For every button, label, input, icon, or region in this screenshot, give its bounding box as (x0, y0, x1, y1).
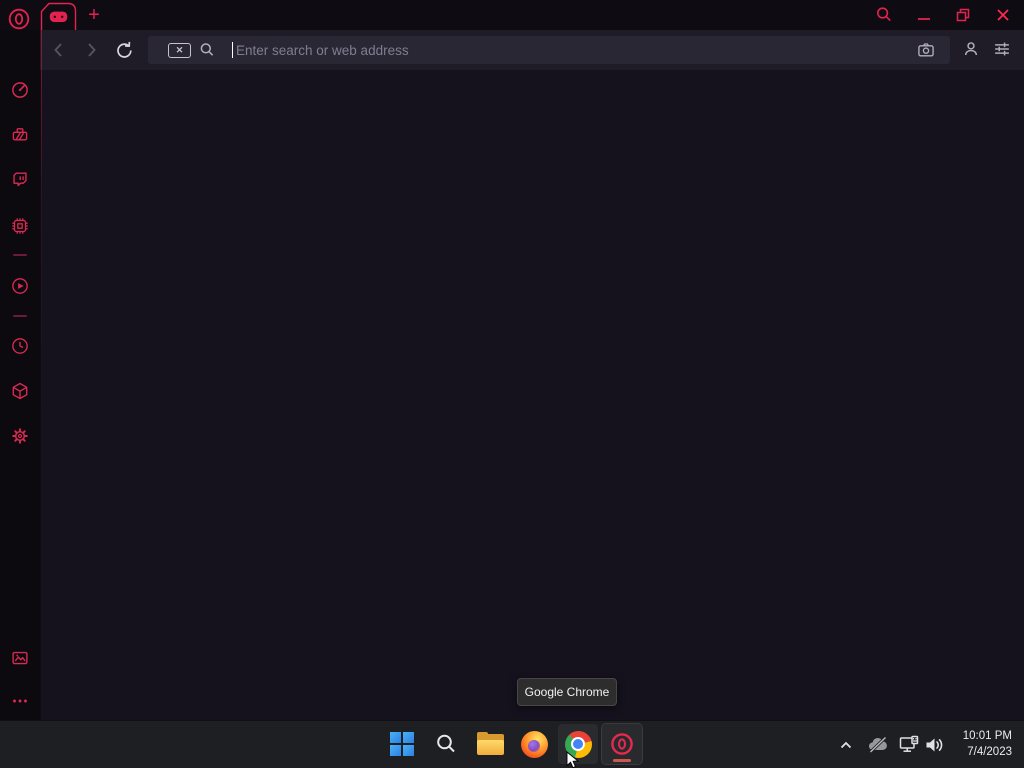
toolbar: ✕ (40, 30, 1024, 70)
address-input[interactable] (236, 36, 836, 64)
close-button[interactable] (988, 2, 1018, 28)
text-caret (232, 42, 233, 58)
opera-gx-logo (6, 6, 32, 32)
taskbar: 10:01 PM 7/4/2023 (0, 720, 1024, 768)
close-icon (995, 7, 1011, 23)
clock[interactable]: 10:01 PM 7/4/2023 (946, 728, 1012, 760)
titlebar-search-button[interactable] (869, 2, 899, 28)
maximize-button[interactable] (948, 2, 978, 28)
cpu-chip-icon (9, 215, 31, 237)
page-content (41, 70, 1024, 720)
tray-hidden-icons-button[interactable] (832, 725, 860, 765)
tab-neon-outline (40, 2, 640, 30)
dustpan-icon (9, 124, 31, 146)
profile-button[interactable] (960, 38, 982, 60)
person-icon (960, 38, 982, 60)
ellipsis-icon (9, 690, 31, 712)
image-icon (9, 647, 31, 669)
chrome-button[interactable] (558, 724, 598, 764)
easy-setup-button[interactable] (991, 38, 1013, 60)
ethernet-icon (897, 733, 921, 757)
tray-date: 7/4/2023 (967, 746, 1012, 758)
gear-icon (9, 425, 31, 447)
sidebar (0, 0, 40, 720)
gamepad-icon (49, 10, 68, 24)
clock-icon (9, 335, 31, 357)
network-tray-button[interactable] (895, 725, 923, 765)
folder-icon (476, 731, 504, 755)
running-indicator (613, 759, 631, 762)
tab-strip: + (0, 0, 1024, 30)
sidebar-item-settings[interactable] (7, 423, 33, 449)
reload-icon (113, 39, 136, 62)
opera-gx-button[interactable] (601, 723, 643, 765)
chevron-left-icon (48, 39, 70, 61)
search-icon (874, 5, 894, 25)
camera-icon (916, 40, 940, 60)
sliders-icon (991, 38, 1013, 60)
firefox-button[interactable] (514, 724, 554, 764)
sidebar-divider (13, 315, 27, 317)
firefox-icon (520, 730, 548, 758)
active-tab[interactable] (42, 4, 75, 29)
onedrive-tray-button[interactable] (864, 725, 892, 765)
taskbar-apps (382, 723, 643, 765)
sidebar-item-setup[interactable] (7, 688, 33, 714)
sidebar-item-gx-control[interactable] (7, 213, 33, 239)
sidebar-item-extensions[interactable] (7, 378, 33, 404)
sidebar-item-history[interactable] (7, 333, 33, 359)
neon-edge-line (41, 30, 42, 410)
minimize-button[interactable] (909, 2, 939, 28)
address-bar[interactable]: ✕ (148, 36, 950, 64)
search-icon (433, 731, 459, 757)
cloud-offline-icon (866, 733, 890, 757)
chevron-up-icon (837, 736, 855, 754)
start-button[interactable] (382, 724, 422, 764)
chevron-right-icon (80, 39, 102, 61)
reload-button[interactable] (113, 39, 135, 61)
speedometer-icon (9, 79, 31, 101)
minimize-icon (916, 6, 932, 24)
opera-gx-window: + ✕ Enter search or web address (0, 0, 1024, 720)
chrome-icon (564, 730, 592, 758)
play-circle-icon (9, 275, 31, 297)
new-tab-button[interactable]: + (83, 2, 105, 28)
file-explorer-button[interactable] (470, 724, 510, 764)
cube-icon (9, 380, 31, 402)
taskbar-tooltip: Google Chrome (517, 678, 617, 706)
back-button[interactable] (48, 39, 70, 61)
sidebar-item-gx-cleaner[interactable] (7, 122, 33, 148)
restore-icon (954, 6, 972, 24)
sidebar-item-speed-dial[interactable] (7, 77, 33, 103)
volume-tray-button[interactable] (920, 725, 948, 765)
sidebar-item-snapshot[interactable] (7, 645, 33, 671)
speed-dial-badge-icon: ✕ (168, 43, 191, 58)
search-icon (198, 41, 216, 59)
sidebar-divider (13, 254, 27, 256)
opera-gx-icon (609, 731, 635, 757)
sidebar-item-twitch[interactable] (7, 167, 33, 193)
twitch-icon (9, 169, 31, 191)
sidebar-item-player[interactable] (7, 273, 33, 299)
windows-logo-icon (390, 732, 414, 756)
screen: + ✕ Enter search or web address Google C… (0, 0, 1024, 768)
speaker-icon (922, 733, 946, 757)
taskbar-search-button[interactable] (426, 724, 466, 764)
tray-time: 10:01 PM (962, 730, 1012, 742)
snapshot-camera-button[interactable] (916, 39, 940, 61)
forward-button[interactable] (80, 39, 102, 61)
